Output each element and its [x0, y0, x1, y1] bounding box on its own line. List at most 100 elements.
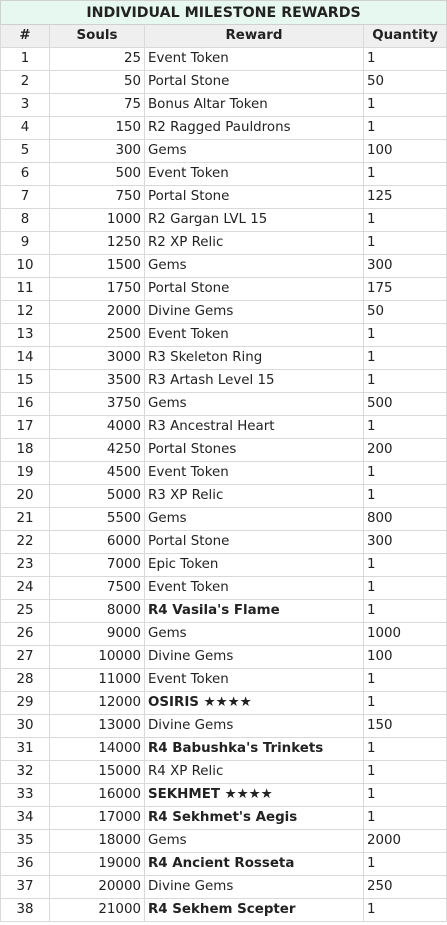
quantity-cell: 1: [362, 783, 447, 807]
souls-cell: 1250: [49, 231, 145, 255]
table-row: 32 15000 R4 XP Relic 1: [0, 760, 447, 784]
row-number-cell: 10: [0, 254, 50, 278]
table-row: 23 7000 Epic Token 1: [0, 553, 447, 577]
row-number-cell: 23: [0, 553, 50, 577]
souls-cell: 750: [49, 185, 145, 209]
souls-cell: 10000: [49, 645, 145, 669]
souls-cell: 150: [49, 116, 145, 140]
table-row: 1 25 Event Token 1: [0, 47, 447, 71]
row-number-cell: 12: [0, 300, 50, 324]
souls-cell: 9000: [49, 622, 145, 646]
table-row: 38 21000 R4 Sekhem Scepter 1: [0, 898, 447, 922]
table-row: 4 150 R2 Ragged Pauldrons 1: [0, 116, 447, 140]
quantity-cell: 125: [362, 185, 447, 209]
souls-cell: 4250: [49, 438, 145, 462]
row-number-cell: 8: [0, 208, 50, 232]
quantity-cell: 300: [362, 530, 447, 554]
row-number-cell: 16: [0, 392, 50, 416]
quantity-cell: 1: [362, 553, 447, 577]
quantity-cell: 1: [362, 369, 447, 393]
quantity-cell: 300: [362, 254, 447, 278]
souls-cell: 13000: [49, 714, 145, 738]
table-row: 3 75 Bonus Altar Token 1: [0, 93, 447, 117]
row-number-cell: 14: [0, 346, 50, 370]
row-number-cell: 29: [0, 691, 50, 715]
reward-cell: Bonus Altar Token: [144, 93, 364, 117]
souls-cell: 4500: [49, 461, 145, 485]
souls-cell: 3750: [49, 392, 145, 416]
row-number-cell: 3: [0, 93, 50, 117]
table-row: 28 11000 Event Token 1: [0, 668, 447, 692]
reward-cell: Gems: [144, 139, 364, 163]
reward-cell: Divine Gems: [144, 875, 364, 899]
row-number-cell: 34: [0, 806, 50, 830]
quantity-cell: 1: [362, 323, 447, 347]
reward-cell: Gems: [144, 254, 364, 278]
reward-cell: R3 Skeleton Ring: [144, 346, 364, 370]
quantity-cell: 1: [362, 162, 447, 186]
souls-cell: 11000: [49, 668, 145, 692]
table-row: 35 18000 Gems 2000: [0, 829, 447, 853]
table-row: 15 3500 R3 Artash Level 15 1: [0, 369, 447, 393]
quantity-cell: 1000: [362, 622, 447, 646]
row-number-cell: 26: [0, 622, 50, 646]
souls-cell: 7500: [49, 576, 145, 600]
row-number-cell: 13: [0, 323, 50, 347]
reward-cell: Event Token: [144, 47, 364, 71]
column-header-number: #: [0, 24, 50, 48]
souls-cell: 8000: [49, 599, 145, 623]
table-row: 7 750 Portal Stone 125: [0, 185, 447, 209]
table-title-row: INDIVIDUAL MILESTONE REWARDS: [0, 0, 447, 25]
souls-cell: 4000: [49, 415, 145, 439]
reward-cell: Portal Stones: [144, 438, 364, 462]
quantity-cell: 1: [362, 47, 447, 71]
table-row: 20 5000 R3 XP Relic 1: [0, 484, 447, 508]
souls-cell: 300: [49, 139, 145, 163]
row-number-cell: 22: [0, 530, 50, 554]
table-row: 14 3000 R3 Skeleton Ring 1: [0, 346, 447, 370]
reward-cell: R4 XP Relic: [144, 760, 364, 784]
row-number-cell: 5: [0, 139, 50, 163]
souls-cell: 18000: [49, 829, 145, 853]
table-row: 11 1750 Portal Stone 175: [0, 277, 447, 301]
table-row: 9 1250 R2 XP Relic 1: [0, 231, 447, 255]
souls-cell: 15000: [49, 760, 145, 784]
table-row: 26 9000 Gems 1000: [0, 622, 447, 646]
row-number-cell: 2: [0, 70, 50, 94]
reward-cell: R2 Ragged Pauldrons: [144, 116, 364, 140]
souls-cell: 16000: [49, 783, 145, 807]
reward-cell: Event Token: [144, 323, 364, 347]
row-number-cell: 7: [0, 185, 50, 209]
quantity-cell: 1: [362, 898, 447, 922]
quantity-cell: 250: [362, 875, 447, 899]
row-number-cell: 19: [0, 461, 50, 485]
quantity-cell: 1: [362, 346, 447, 370]
row-number-cell: 36: [0, 852, 50, 876]
reward-cell: Divine Gems: [144, 714, 364, 738]
souls-cell: 3000: [49, 346, 145, 370]
table-row: 33 16000 SEKHMET ★★★★ 1: [0, 783, 447, 807]
souls-cell: 50: [49, 70, 145, 94]
row-number-cell: 9: [0, 231, 50, 255]
souls-cell: 7000: [49, 553, 145, 577]
quantity-cell: 1: [362, 93, 447, 117]
reward-cell: Divine Gems: [144, 300, 364, 324]
quantity-cell: 100: [362, 139, 447, 163]
row-number-cell: 11: [0, 277, 50, 301]
reward-cell: Event Token: [144, 461, 364, 485]
reward-cell: R3 Artash Level 15: [144, 369, 364, 393]
reward-cell: Portal Stone: [144, 277, 364, 301]
quantity-cell: 1: [362, 691, 447, 715]
souls-cell: 21000: [49, 898, 145, 922]
table-row: 24 7500 Event Token 1: [0, 576, 447, 600]
quantity-cell: 1: [362, 484, 447, 508]
quantity-cell: 1: [362, 231, 447, 255]
reward-cell: Portal Stone: [144, 530, 364, 554]
reward-cell: Event Token: [144, 668, 364, 692]
table-body: 1 25 Event Token 1 2 50 Portal Stone 50 3 75 Bonus…: [0, 47, 447, 922]
quantity-cell: 100: [362, 645, 447, 669]
souls-cell: 20000: [49, 875, 145, 899]
quantity-cell: 500: [362, 392, 447, 416]
row-number-cell: 20: [0, 484, 50, 508]
table-row: 6 500 Event Token 1: [0, 162, 447, 186]
